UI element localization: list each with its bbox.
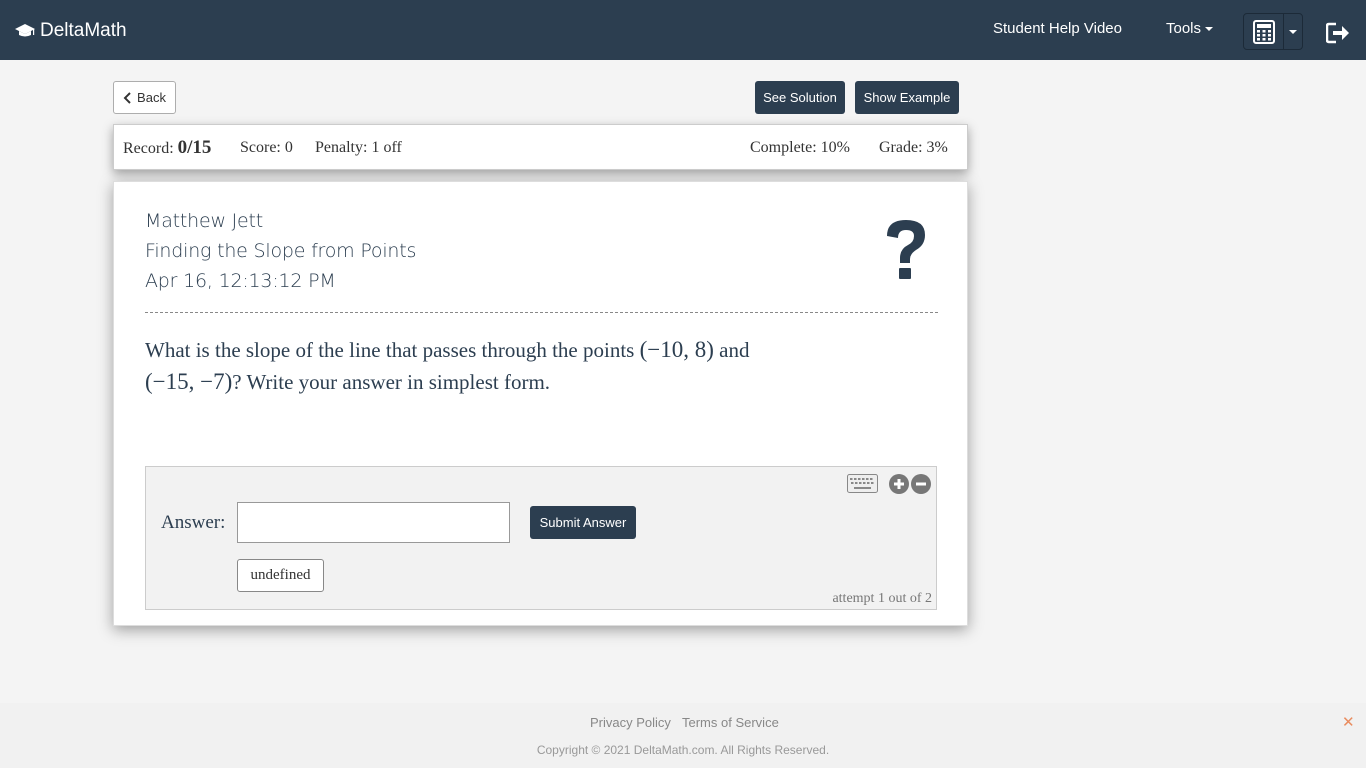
point-1: (−10, 8) <box>639 337 714 362</box>
problem-card: Matthew Jett Finding the Slope from Poin… <box>113 181 968 626</box>
record-stat: Record: 0/15 <box>123 137 211 159</box>
tools-menu[interactable]: Tools <box>1166 20 1214 37</box>
problem-topic: Finding the Slope from Points <box>145 240 417 262</box>
chevron-left-icon <box>123 91 131 104</box>
header-divider <box>145 312 938 313</box>
keyboard-icon[interactable] <box>847 474 878 493</box>
attempt-counter: attempt 1 out of 2 <box>832 591 932 606</box>
question-part-3: ? Write your answer in simplest form. <box>232 370 551 394</box>
back-button[interactable]: Back <box>113 81 176 114</box>
brand-logo[interactable]: DeltaMath <box>15 18 127 44</box>
zoom-out-button[interactable] <box>911 474 931 494</box>
question-part-1: What is the slope of the line that passe… <box>145 338 640 362</box>
question-mark-icon[interactable] <box>881 218 931 282</box>
question-text: What is the slope of the line that passe… <box>145 334 845 398</box>
problem-timestamp: Apr 16, 12:13:12 PM <box>145 270 336 292</box>
status-bar: Record: 0/15 Score: 0 Penalty: 1 off Com… <box>113 124 968 170</box>
score-stat: Score: 0 <box>240 139 293 156</box>
calculator-button-group <box>1243 13 1303 50</box>
question-part-2: and <box>713 338 750 362</box>
record-value: 0/15 <box>177 137 212 158</box>
logout-icon <box>1325 22 1349 44</box>
answer-label: Answer: <box>161 512 226 533</box>
footer: Privacy Policy Terms of Service Copyrigh… <box>0 703 1366 768</box>
zoom-out-icon <box>916 482 926 486</box>
student-help-video-link[interactable]: Student Help Video <box>993 20 1122 37</box>
brand-name: DeltaMath <box>40 20 127 41</box>
close-icon[interactable]: ✕ <box>1342 713 1355 731</box>
zoom-in-icon <box>894 479 904 489</box>
see-solution-button[interactable]: See Solution <box>755 81 845 114</box>
penalty-stat: Penalty: 1 off <box>315 139 402 156</box>
copyright-text: Copyright © 2021 DeltaMath.com. All Righ… <box>536 743 830 757</box>
undefined-button[interactable]: undefined <box>237 559 324 592</box>
answer-input[interactable] <box>237 502 510 543</box>
point-2: (−15, −7) <box>145 369 233 394</box>
tools-label: Tools <box>1166 20 1202 37</box>
calculator-icon <box>1252 19 1275 44</box>
graduation-cap-icon <box>15 24 35 37</box>
terms-of-service-link[interactable]: Terms of Service <box>682 715 779 730</box>
caret-down-icon <box>1289 29 1297 34</box>
submit-answer-button[interactable]: Submit Answer <box>530 506 636 539</box>
record-label: Record: <box>123 140 174 157</box>
zoom-in-button[interactable] <box>889 474 909 494</box>
grade-stat: Grade: 3% <box>879 139 948 156</box>
back-label: Back <box>137 90 166 105</box>
student-name: Matthew Jett <box>145 210 264 232</box>
caret-down-icon <box>1205 27 1214 32</box>
logout-button[interactable] <box>1325 22 1350 44</box>
calculator-button[interactable] <box>1244 14 1284 49</box>
privacy-policy-link[interactable]: Privacy Policy <box>590 715 671 730</box>
top-navbar: DeltaMath Student Help Video Tools <box>0 0 1366 60</box>
answer-panel: Answer: Submit Answer undefined attempt … <box>145 466 937 610</box>
complete-stat: Complete: 10% <box>750 139 850 156</box>
calculator-dropdown-toggle[interactable] <box>1284 14 1302 49</box>
show-example-button[interactable]: Show Example <box>855 81 959 114</box>
